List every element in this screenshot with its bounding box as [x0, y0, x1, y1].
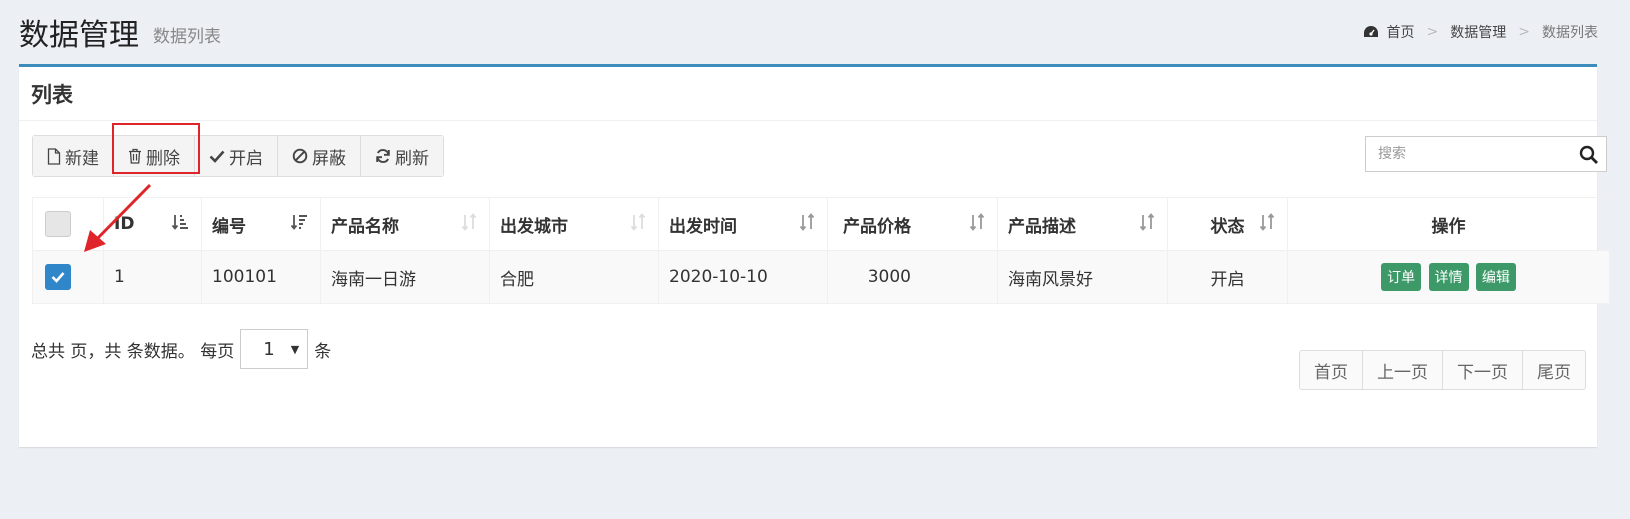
row-checkbox[interactable] [45, 264, 71, 290]
table-row[interactable]: 1 100101 海南一日游 合肥 2020-10-10 3000 海南风景好 … [32, 250, 1610, 304]
column-header-price[interactable]: 产品价格 [827, 197, 998, 251]
cell-price: 3000 [827, 250, 998, 304]
sort-icon [1139, 213, 1155, 231]
column-header-label: 操作 [1431, 216, 1466, 237]
cell-name: 海南一日游 [320, 250, 490, 304]
sort-asc-icon [171, 215, 188, 230]
page-subtitle: 数据列表 [153, 27, 221, 47]
check-icon [209, 150, 225, 163]
pagination-info: 总共 页，共 条数据。 每页 1 ▼ 条 [31, 329, 331, 369]
chevron-down-icon: ▼ [290, 342, 300, 356]
edit-button[interactable]: 编辑 [1475, 263, 1516, 291]
pagination-summary: 总共 页，共 条数据。 每页 [31, 341, 235, 362]
order-button[interactable]: 订单 [1381, 263, 1422, 291]
enable-button-label: 开启 [229, 148, 263, 169]
dashboard-icon [1363, 26, 1378, 37]
sort-icon [1259, 213, 1275, 231]
search-input[interactable] [1366, 137, 1566, 171]
check-icon [51, 272, 65, 283]
page-title: 数据管理 [19, 18, 139, 53]
panel-header: 列表 [19, 67, 1597, 121]
column-header-status[interactable]: 状态 [1167, 197, 1288, 251]
breadcrumb-current: 数据列表 [1542, 25, 1598, 41]
sort-icon [630, 213, 646, 231]
column-header-label: 状态 [1210, 216, 1245, 237]
pagination: 首页 上一页 下一页 尾页 [1299, 350, 1586, 390]
first-page-button[interactable]: 首页 [1300, 351, 1363, 389]
data-table: ID 编号 产品名称 出发城市 出发时间 产品价格 产品描述 状态 操作 1 1… [32, 197, 1610, 304]
ban-icon [292, 148, 308, 164]
column-header-name[interactable]: 产品名称 [320, 197, 490, 251]
cell-desc: 海南风景好 [997, 250, 1168, 304]
breadcrumb-home[interactable]: 首页 [1387, 22, 1415, 42]
column-header-label: 编号 [212, 216, 246, 237]
column-header-label: 产品描述 [1008, 216, 1076, 237]
refresh-button[interactable]: 刷新 [361, 136, 443, 176]
cell-code: 100101 [201, 250, 321, 304]
column-header-label: 出发时间 [669, 216, 737, 237]
column-header-desc[interactable]: 产品描述 [997, 197, 1168, 251]
sort-icon [461, 213, 477, 231]
column-header-code[interactable]: 编号 [201, 197, 321, 251]
block-button-label: 屏蔽 [312, 148, 346, 169]
detail-button[interactable]: 详情 [1428, 263, 1469, 291]
column-header-label: 产品价格 [843, 216, 911, 237]
annotation-highlight-box [112, 123, 200, 174]
breadcrumb-separator: > [1518, 24, 1530, 40]
column-header-city[interactable]: 出发城市 [489, 197, 659, 251]
column-header-label: 产品名称 [331, 216, 399, 237]
panel-title: 列表 [31, 83, 73, 107]
cell-time: 2020-10-10 [658, 250, 828, 304]
file-icon [47, 147, 61, 165]
cell-status: 开启 [1167, 250, 1288, 304]
toolbar: 新建 删除 开启 屏蔽 刷新 [32, 135, 444, 177]
page-header: 数据管理 数据列表 首页 > 数据管理 > 数据列表 [0, 0, 1630, 60]
new-button-label: 新建 [65, 148, 99, 169]
page-size-select[interactable]: 1 ▼ [240, 329, 309, 369]
list-panel: 列表 新建 删除 开启 屏蔽 刷新 搜索 ID 编号 产品名称 出发城市 出发时… [19, 64, 1610, 447]
select-all-checkbox[interactable] [45, 211, 71, 237]
page-size-suffix: 条 [314, 341, 332, 362]
sort-icon [799, 213, 815, 231]
breadcrumb: 首页 > 数据管理 > 数据列表 [1363, 22, 1598, 42]
table-header-row: ID 编号 产品名称 出发城市 出发时间 产品价格 产品描述 状态 操作 [32, 197, 1610, 251]
column-header-time[interactable]: 出发时间 [658, 197, 828, 251]
search-box [1365, 136, 1607, 172]
block-button[interactable]: 屏蔽 [278, 136, 361, 176]
sort-icon [969, 213, 985, 231]
refresh-icon [376, 149, 390, 163]
annotation-arrow-icon [84, 183, 152, 252]
column-header-actions: 操作 [1287, 197, 1610, 251]
cell-city: 合肥 [489, 250, 659, 304]
last-page-button[interactable]: 尾页 [1523, 351, 1585, 389]
enable-button[interactable]: 开启 [195, 136, 278, 176]
new-button[interactable]: 新建 [33, 136, 114, 176]
refresh-button-label: 刷新 [395, 148, 429, 169]
search-icon[interactable] [1579, 145, 1599, 169]
sort-desc-icon [290, 215, 307, 230]
next-page-button[interactable]: 下一页 [1443, 351, 1523, 389]
breadcrumb-data-management[interactable]: 数据管理 [1450, 22, 1506, 42]
column-header-label: 出发城市 [500, 216, 568, 237]
breadcrumb-separator: > [1426, 24, 1439, 40]
page-size-value: 1 [263, 338, 275, 360]
cell-actions: 订单 详情 编辑 [1287, 250, 1610, 304]
prev-page-button[interactable]: 上一页 [1363, 351, 1443, 389]
